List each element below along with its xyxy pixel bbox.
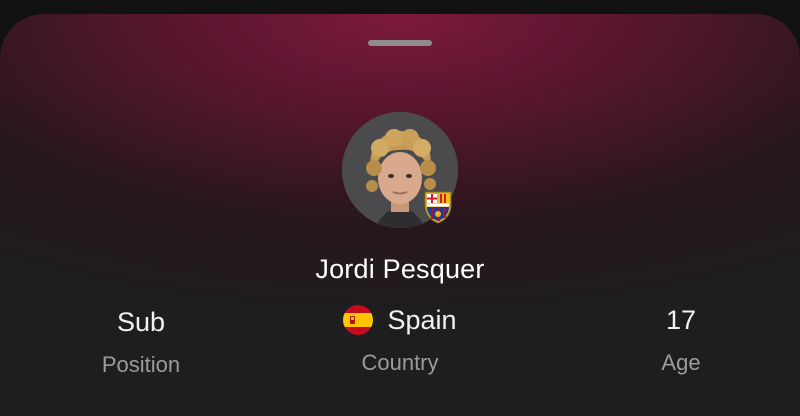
player-name: Jordi Pesquer bbox=[315, 254, 485, 284]
stat-age: 17 Age bbox=[561, 302, 800, 376]
country-value-row: Spain bbox=[280, 302, 520, 338]
drag-handle[interactable] bbox=[368, 40, 432, 46]
position-label: Position bbox=[101, 352, 181, 377]
age-label: Age bbox=[661, 350, 701, 375]
country-label: Country bbox=[361, 350, 439, 375]
stat-position: Sub Position bbox=[21, 304, 261, 378]
position-value: Sub bbox=[116, 306, 166, 337]
app-screen: Jordi Pesquer Sub Position Spain Country… bbox=[0, 0, 800, 416]
country-value: Spain bbox=[387, 304, 457, 335]
spain-flag-icon bbox=[343, 305, 374, 335]
fc-barcelona-crest-icon bbox=[422, 190, 454, 224]
stat-country: Spain Country bbox=[280, 302, 520, 376]
player-avatar-container bbox=[342, 112, 458, 228]
age-value: 17 bbox=[665, 304, 697, 335]
